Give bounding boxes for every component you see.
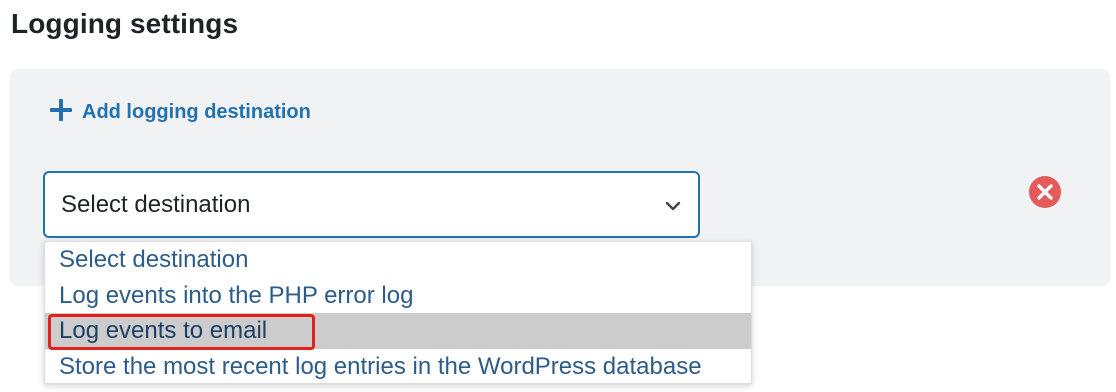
plus-icon xyxy=(50,98,72,121)
dropdown-option[interactable]: Store the most recent log entries in the… xyxy=(45,349,751,385)
dropdown-option[interactable]: Select destination xyxy=(45,242,751,278)
dropdown-option-highlighted[interactable]: Log events to email xyxy=(45,313,751,349)
destination-select[interactable]: Select destination xyxy=(43,171,700,238)
chevron-down-icon xyxy=(665,201,681,211)
close-circle-icon[interactable] xyxy=(1028,175,1062,209)
dropdown-option[interactable]: Log events into the PHP error log xyxy=(45,278,751,314)
destination-dropdown-list: Select destination Log events into the P… xyxy=(44,241,752,384)
destination-select-value: Select destination xyxy=(61,190,251,218)
add-logging-destination-link[interactable]: Add logging destination xyxy=(50,98,311,124)
page-title: Logging settings xyxy=(11,8,239,39)
add-logging-destination-label: Add logging destination xyxy=(82,101,311,123)
